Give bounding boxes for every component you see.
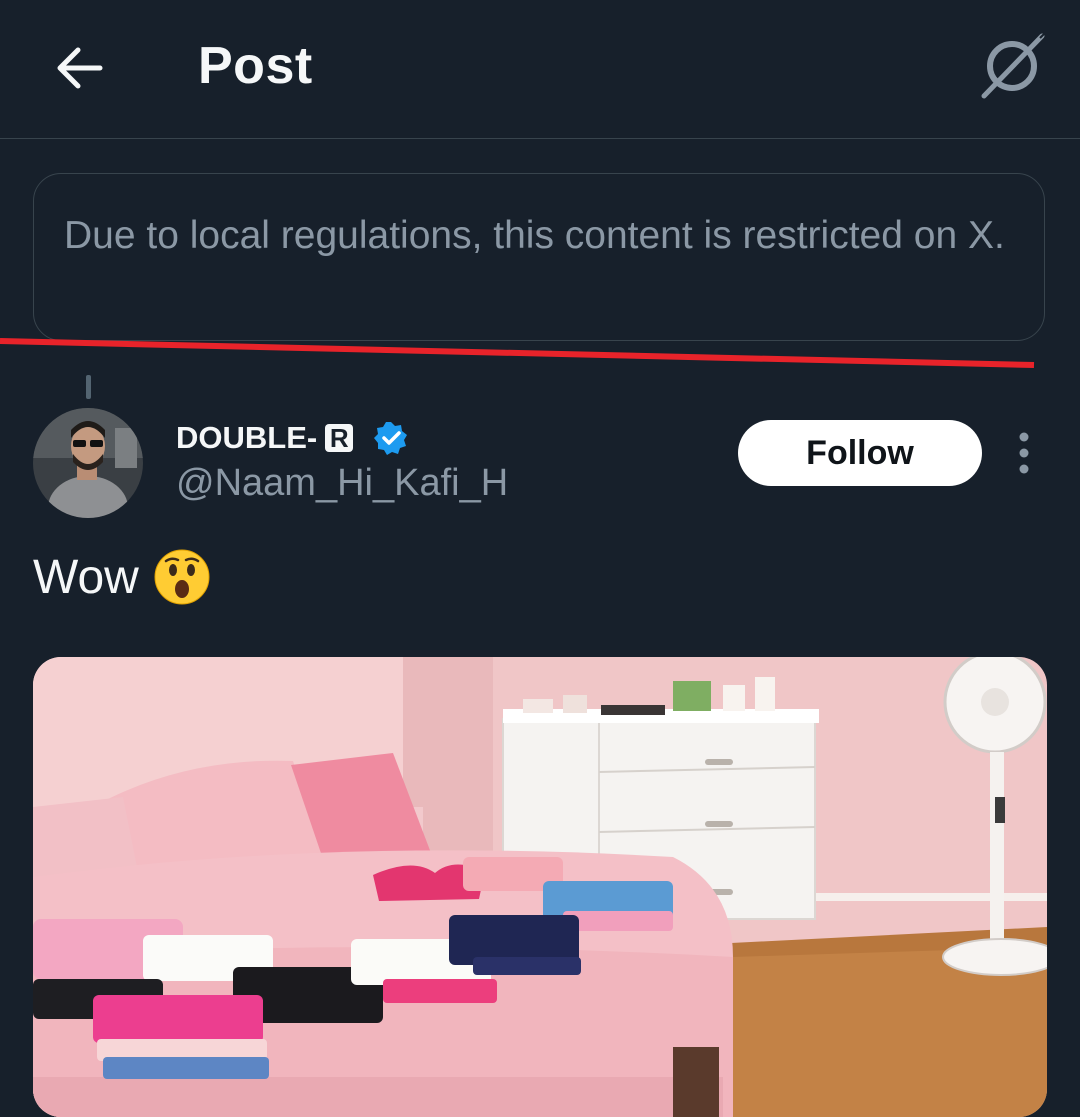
- astonished-face-icon: [154, 549, 210, 605]
- post-text: Wow: [33, 548, 211, 606]
- r-badge-icon: R: [325, 424, 354, 452]
- top-bar: Post: [0, 0, 1080, 138]
- back-button[interactable]: [50, 40, 106, 96]
- post-media-image[interactable]: [33, 657, 1047, 1117]
- more-options-button[interactable]: [1008, 430, 1040, 476]
- restricted-notice: Due to local regulations, this content i…: [33, 173, 1045, 341]
- grok-button[interactable]: [976, 30, 1048, 102]
- more-vertical-icon: [1019, 432, 1029, 474]
- post-text-content: Wow: [33, 550, 139, 604]
- annotation-red-line: [0, 338, 1035, 368]
- arrow-left-icon: [57, 47, 103, 89]
- follow-button[interactable]: Follow: [738, 420, 982, 486]
- author-handle[interactable]: @Naam_Hi_Kafi_H: [176, 462, 508, 505]
- avatar[interactable]: [33, 408, 143, 518]
- restricted-notice-text: Due to local regulations, this content i…: [64, 214, 1005, 257]
- avatar-photo: [33, 408, 143, 518]
- thread-connector: [86, 375, 91, 399]
- verified-badge-icon: [374, 422, 408, 455]
- bedroom-photo: [33, 657, 1047, 1117]
- page-title: Post: [198, 37, 313, 95]
- grok-icon: [981, 33, 1045, 99]
- author-display-name[interactable]: DOUBLE- R: [176, 420, 409, 456]
- author-name-text: DOUBLE-: [176, 420, 318, 455]
- header-divider: [0, 138, 1080, 139]
